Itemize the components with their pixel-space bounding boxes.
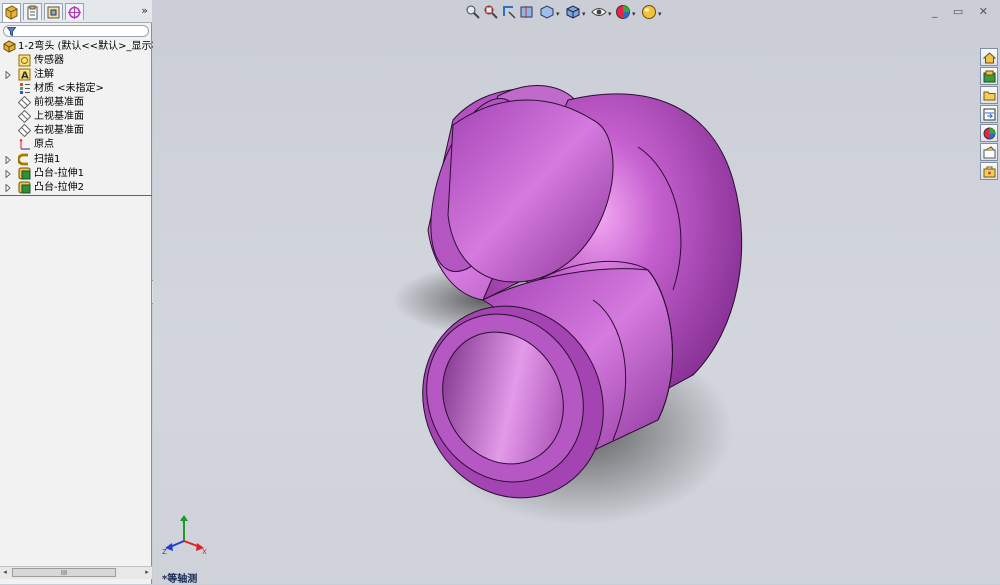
window-controls[interactable]: _ ▭ ✕ xyxy=(932,5,994,18)
tree-item-origin[interactable]: 原点 xyxy=(0,138,152,152)
expand-arrow-icon[interactable] xyxy=(5,71,11,79)
tab-expand-button[interactable]: » xyxy=(141,4,148,17)
apply-scene-icon[interactable] xyxy=(641,4,657,20)
chevron-down-icon[interactable]: ▾ xyxy=(582,10,586,18)
tab-propertymanager[interactable] xyxy=(23,3,42,20)
origin-icon xyxy=(19,138,30,150)
task-pane-file-explorer[interactable] xyxy=(980,86,998,104)
scroll-left-icon[interactable]: ◂ xyxy=(1,568,9,577)
tab-featuremanager[interactable] xyxy=(2,3,21,22)
display-style-icon[interactable] xyxy=(565,4,581,20)
feature-manager-panel: » 1-2弯头 (默认<<默认>_显示状 传感器 A 注解 材质 <未指定> 前… xyxy=(0,0,162,584)
graphics-area[interactable]: ▾ ▾ ▾ ▾ ▾ _ ▭ ✕ xyxy=(153,0,1000,584)
task-pane-toolbox[interactable] xyxy=(980,162,998,180)
material-icon xyxy=(20,83,30,94)
elbow-model[interactable] xyxy=(153,0,1000,584)
task-pane-custom-properties[interactable] xyxy=(980,143,998,161)
sensor-icon xyxy=(18,54,31,67)
section-view-icon[interactable] xyxy=(519,4,535,20)
tree-item-label: 凸台-拉伸1 xyxy=(34,168,84,179)
tree-item-label: 凸台-拉伸2 xyxy=(34,182,84,193)
hide-show-items-icon[interactable] xyxy=(591,4,607,20)
chevron-down-icon[interactable]: ▾ xyxy=(608,10,612,18)
plane-icon xyxy=(18,124,31,137)
dimxpertmanager-tab-icon xyxy=(68,6,81,19)
tree-item-label: 传感器 xyxy=(34,55,64,66)
panel-tab-bar: » xyxy=(0,0,152,23)
configurationmanager-tab-icon xyxy=(47,6,60,19)
rollback-bar[interactable] xyxy=(0,195,152,196)
svg-text:A: A xyxy=(21,71,29,82)
tree-item-label: 右视基准面 xyxy=(34,125,84,136)
tree-item-label: 上视基准面 xyxy=(34,111,84,122)
tab-configurationmanager[interactable] xyxy=(44,3,63,20)
tree-item-part[interactable]: 1-2弯头 (默认<<默认>_显示状 xyxy=(0,40,162,54)
tree-item-boss-extrude2[interactable]: 凸台-拉伸2 xyxy=(0,181,152,195)
scroll-thumb[interactable]: III xyxy=(12,568,116,577)
tree-item-right-plane[interactable]: 右视基准面 xyxy=(0,124,152,138)
view-palette-icon xyxy=(983,108,996,121)
extrude-icon xyxy=(18,181,31,194)
file-explorer-icon xyxy=(983,91,996,101)
featuremanager-tab-icon xyxy=(5,5,18,20)
horizontal-scrollbar[interactable]: ◂ III ▸ xyxy=(0,566,152,579)
tab-dimxpertmanager[interactable] xyxy=(65,3,84,20)
expand-arrow-icon[interactable] xyxy=(5,184,11,192)
solidworks-resources-icon xyxy=(983,52,996,64)
filter-icon xyxy=(7,27,16,36)
expand-arrow-icon[interactable] xyxy=(5,156,11,164)
tree-item-sweep1[interactable]: 扫描1 xyxy=(0,153,152,167)
tree-item-sensor[interactable]: 传感器 xyxy=(0,54,152,68)
plane-icon xyxy=(18,96,31,109)
expand-arrow-icon[interactable] xyxy=(5,170,11,178)
annotation-icon: A xyxy=(18,68,31,81)
design-library-icon xyxy=(983,70,996,83)
tree-item-annotations[interactable]: A 注解 xyxy=(0,68,152,82)
zoom-to-area-icon[interactable] xyxy=(483,4,499,20)
extrude-icon xyxy=(18,167,31,180)
reference-triad: Y X Z xyxy=(162,515,207,555)
tree-item-label: 1-2弯头 (默认<<默认>_显示状 xyxy=(18,41,162,52)
task-pane-resources[interactable] xyxy=(980,48,998,66)
view-orientation-label: *等轴测 xyxy=(162,574,198,585)
task-pane-design-library[interactable] xyxy=(980,67,998,85)
tree-item-label: 前视基准面 xyxy=(34,97,84,108)
edit-appearance-icon[interactable] xyxy=(615,4,631,20)
x-axis-label: X xyxy=(202,548,207,555)
tree-item-front-plane[interactable]: 前视基准面 xyxy=(0,96,152,110)
view-orientation-icon[interactable] xyxy=(539,4,555,20)
previous-view-icon[interactable] xyxy=(501,4,517,20)
z-axis-label: Z xyxy=(162,548,167,555)
chevron-down-icon[interactable]: ▾ xyxy=(556,10,560,18)
tree-item-label: 材质 <未指定> xyxy=(34,83,104,94)
zoom-to-fit-icon[interactable] xyxy=(465,4,481,20)
custom-properties-icon xyxy=(983,146,996,159)
toolbox-icon xyxy=(983,166,996,178)
chevron-down-icon[interactable]: ▾ xyxy=(658,10,662,18)
tree-item-label: 注解 xyxy=(34,69,54,80)
part-icon xyxy=(3,40,16,53)
tree-filter-input[interactable] xyxy=(3,25,149,37)
plane-icon xyxy=(18,110,31,123)
heads-up-view-toolbar: ▾ ▾ ▾ ▾ ▾ xyxy=(465,4,685,20)
tree-item-top-plane[interactable]: 上视基准面 xyxy=(0,110,152,124)
chevron-down-icon[interactable]: ▾ xyxy=(632,10,636,18)
appearances-icon xyxy=(983,127,996,140)
propertymanager-tab-icon xyxy=(27,5,38,20)
tree-item-boss-extrude1[interactable]: 凸台-拉伸1 xyxy=(0,167,152,181)
y-axis-label: Y xyxy=(180,517,186,525)
tree-item-material[interactable]: 材质 <未指定> xyxy=(0,82,152,96)
sweep-icon xyxy=(18,153,28,166)
task-pane-appearances[interactable] xyxy=(980,124,998,142)
tree-item-label: 扫描1 xyxy=(34,154,61,165)
scroll-right-icon[interactable]: ▸ xyxy=(143,568,151,577)
tree-item-label: 原点 xyxy=(34,139,54,150)
task-pane-view-palette[interactable] xyxy=(980,105,998,123)
